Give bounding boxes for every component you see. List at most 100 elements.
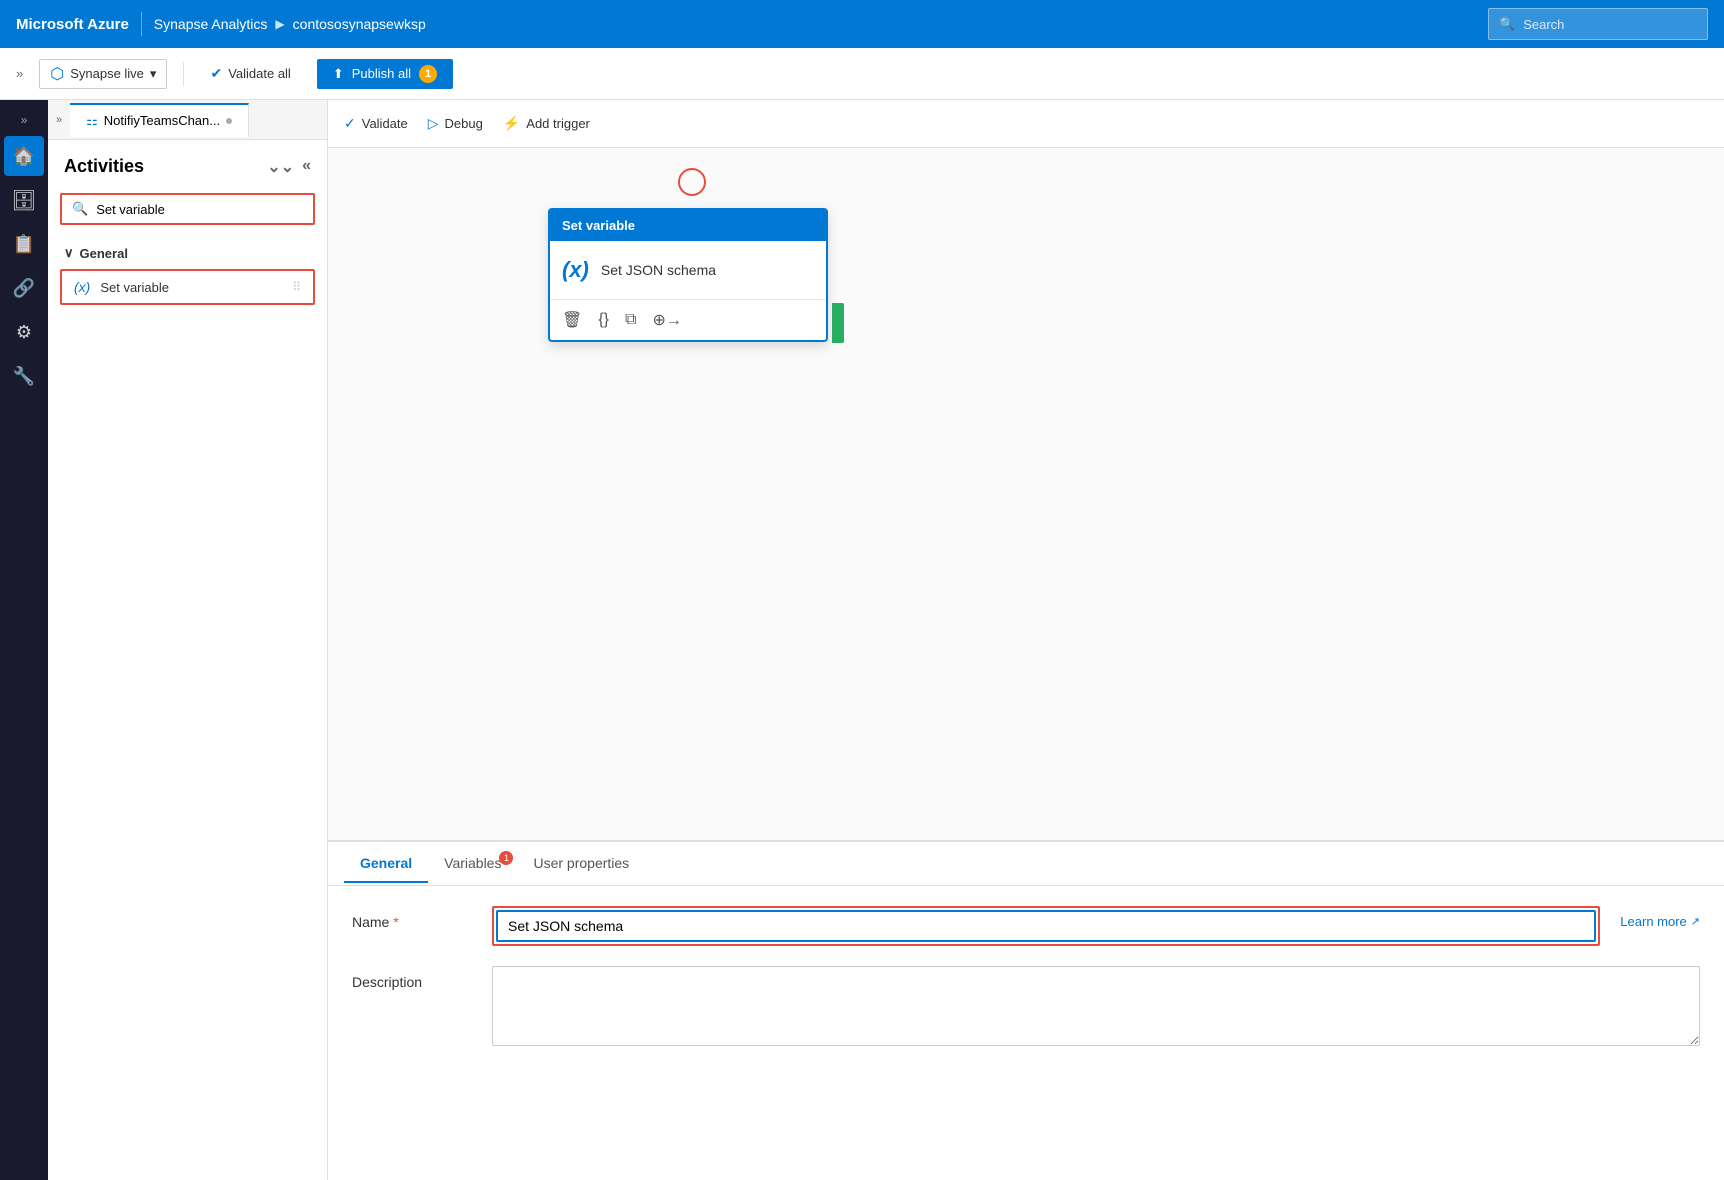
right-content: ✓ Validate ▷ Debug ⚡ Add trigger <box>328 100 1724 1180</box>
tab-variables-label: Variables <box>444 855 501 871</box>
description-label-text: Description <box>352 974 422 990</box>
publish-icon: ⬆ <box>333 66 344 82</box>
connect-icon[interactable]: ⊕→ <box>652 310 681 330</box>
search-icon: 🔍 <box>72 201 88 217</box>
debug-button[interactable]: ▷ Debug <box>428 115 483 132</box>
validate-icon: ✔ <box>210 65 222 82</box>
synapse-live-icon: ⬡ <box>50 64 64 84</box>
card-activity-name: Set JSON schema <box>601 262 716 278</box>
expand-btn[interactable]: » <box>16 66 23 81</box>
nav-divider <box>141 12 142 36</box>
activities-panel: » ⚏ NotifiyTeamsChan... Activities ⌄⌄ « … <box>48 100 328 1180</box>
search-box[interactable]: 🔍 Search <box>1488 8 1708 40</box>
pipeline-icon: 🔗 <box>13 278 35 299</box>
search-placeholder-text: Search <box>1523 17 1564 32</box>
tab-variables[interactable]: Variables 1 <box>428 845 517 883</box>
home-icon: 🏠 <box>13 146 35 167</box>
synapse-live-chevron: ▾ <box>150 66 157 82</box>
side-icon-bar: » 🏠 🗄 📋 🔗 ⚙ 🔧 <box>0 100 48 1180</box>
learn-more-link[interactable]: Learn more ↗ <box>1620 906 1700 929</box>
activities-section-general: ∨ General (x) Set variable ⠿ <box>48 237 327 309</box>
json-icon[interactable]: {} <box>598 311 609 329</box>
canvas-toolbar: ✓ Validate ▷ Debug ⚡ Add trigger <box>328 100 1724 148</box>
debug-play-icon: ▷ <box>428 115 439 132</box>
pipeline-canvas[interactable]: Set variable (x) Set JSON schema 🗑 {} ⧉ … <box>328 148 1724 840</box>
sidebar-item-docs[interactable]: 📋 <box>4 224 44 264</box>
publish-label: Publish all <box>352 66 411 81</box>
card-variable-icon: (x) <box>562 257 589 283</box>
toolbar-divider <box>183 62 184 86</box>
name-label-text: Name <box>352 914 389 930</box>
drag-handle-icon[interactable]: ⠿ <box>292 280 301 294</box>
section-general-label: General <box>80 246 128 261</box>
name-form-row: Name * Learn more ↗ <box>352 906 1700 946</box>
card-actions: 🗑 {} ⧉ ⊕→ <box>550 299 826 340</box>
validate-btn-label: Validate <box>362 116 408 131</box>
tab-general[interactable]: General <box>344 845 428 883</box>
tab-notifyteams[interactable]: ⚏ NotifiyTeamsChan... <box>70 103 249 137</box>
variables-badge: 1 <box>499 851 513 865</box>
sidebar-item-database[interactable]: 🗄 <box>4 180 44 220</box>
tab-user-properties[interactable]: User properties <box>517 845 645 883</box>
description-form-row: Description <box>352 966 1700 1046</box>
name-label: Name * <box>352 906 472 930</box>
card-header-label: Set variable <box>562 218 635 233</box>
start-circle <box>678 168 706 196</box>
learn-more-label: Learn more <box>1620 914 1686 929</box>
sidebar-item-pipeline[interactable]: 🔗 <box>4 268 44 308</box>
set-variable-card[interactable]: Set variable (x) Set JSON schema 🗑 {} ⧉ … <box>548 208 828 342</box>
bottom-panel: General Variables 1 User properties <box>328 840 1724 1180</box>
publish-all-button[interactable]: ⬆ Publish all 1 <box>317 59 453 89</box>
validate-label: Validate all <box>228 66 291 81</box>
tab-expand-btn[interactable]: » <box>56 114 62 126</box>
activities-search-box[interactable]: 🔍 <box>60 193 315 225</box>
delete-icon[interactable]: 🗑 <box>562 310 582 330</box>
activities-search-input[interactable] <box>96 202 303 217</box>
description-input[interactable] <box>492 966 1700 1046</box>
validate-all-button[interactable]: ✔ Validate all <box>200 61 300 86</box>
activity-set-variable[interactable]: (x) Set variable ⠿ <box>60 269 315 305</box>
learn-more-icon: ↗ <box>1691 915 1700 928</box>
tab-modified-dot <box>226 118 232 124</box>
validate-button[interactable]: ✓ Validate <box>344 115 408 132</box>
sidebar-item-monitor[interactable]: ⚙ <box>4 312 44 352</box>
activities-header: Activities ⌄⌄ « <box>48 140 327 193</box>
breadcrumb: Synapse Analytics ▶ contososynapsewksp <box>154 16 426 32</box>
canvas-area: ✓ Validate ▷ Debug ⚡ Add trigger <box>328 100 1724 840</box>
add-trigger-button[interactable]: ⚡ Add trigger <box>503 115 590 132</box>
publish-badge: 1 <box>419 65 437 83</box>
breadcrumb-synapse[interactable]: Synapse Analytics <box>154 16 268 32</box>
section-general-header[interactable]: ∨ General <box>60 237 315 269</box>
doc-icon: 📋 <box>13 234 35 255</box>
sidebar-item-tools[interactable]: 🔧 <box>4 356 44 396</box>
tab-bar: » ⚏ NotifiyTeamsChan... <box>48 100 327 140</box>
synapse-live-dropdown[interactable]: ⬡ Synapse live ▾ <box>39 59 167 89</box>
card-header: Set variable <box>550 210 826 241</box>
card-body: (x) Set JSON schema <box>550 241 826 299</box>
add-trigger-label: Add trigger <box>526 116 590 131</box>
breadcrumb-arrow: ▶ <box>275 17 284 31</box>
panel-tabs: General Variables 1 User properties <box>328 842 1724 886</box>
activities-title: Activities <box>64 156 144 177</box>
tools-icon: 🔧 <box>13 366 35 387</box>
sidebar-expand-btn[interactable]: » <box>4 108 44 132</box>
name-input-outer-border <box>492 906 1600 946</box>
hide-panel-icon[interactable]: « <box>302 157 311 177</box>
debug-btn-label: Debug <box>445 116 483 131</box>
azure-brand-title: Microsoft Azure <box>16 16 129 33</box>
sidebar-item-home[interactable]: 🏠 <box>4 136 44 176</box>
database-icon: 🗄 <box>11 188 36 213</box>
activity-item-label: Set variable <box>100 280 169 295</box>
connector-handle[interactable] <box>832 303 844 343</box>
collapse-icon[interactable]: ⌄⌄ <box>267 157 294 177</box>
copy-icon[interactable]: ⧉ <box>625 311 636 329</box>
name-input[interactable] <box>496 910 1596 942</box>
set-variable-icon: (x) <box>74 279 90 295</box>
main-toolbar: » ⬡ Synapse live ▾ ✔ Validate all ⬆ Publ… <box>0 48 1724 100</box>
synapse-live-label: Synapse live <box>70 66 144 81</box>
trigger-icon: ⚡ <box>503 115 520 132</box>
breadcrumb-workspace[interactable]: contososynapsewksp <box>293 16 426 32</box>
panel-content: Name * Learn more ↗ <box>328 886 1724 1180</box>
main-container: » 🏠 🗄 📋 🔗 ⚙ 🔧 » ⚏ NotifiyT <box>0 100 1724 1180</box>
pipeline-tab-icon: ⚏ <box>86 113 98 129</box>
